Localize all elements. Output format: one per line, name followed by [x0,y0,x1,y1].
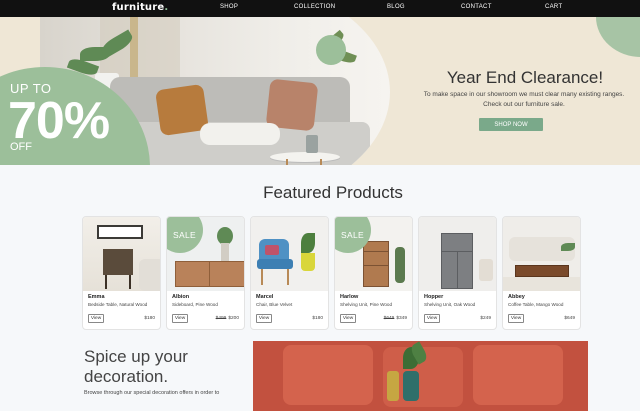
promo-off: OFF [10,141,32,153]
product-price: $249 [480,316,491,321]
product-image [419,217,496,291]
decoration-image [253,341,588,411]
nav-contact[interactable]: CONTACT [461,4,492,10]
product-card-marcel[interactable]: Marcel Chair, Blue Velvet View $180 [250,216,329,330]
product-card-hopper[interactable]: Hopper Shelving Unit, Oak Wood View $249 [418,216,497,330]
product-price: $180 [144,316,155,321]
product-name: Marcel [256,294,274,300]
nav-collection[interactable]: COLLECTION [294,4,335,10]
product-price: $649 [564,316,575,321]
product-price: $180 [312,316,323,321]
product-card-abbey[interactable]: Abbey Coffee Table, Mango Wood View $649 [502,216,581,330]
product-price: $499 $200 [215,316,239,321]
view-button[interactable]: View [172,314,188,323]
decor-circle [316,35,346,65]
hero-banner: UP TO 70% OFF Year End Clearance! To mak… [0,17,640,165]
featured-title: Featured Products [263,183,403,202]
product-image [83,217,160,291]
product-desc: Shelving Unit, Pine Wood [340,302,393,307]
product-image [251,217,328,291]
product-desc: Bedside Table, Natural Wood [88,302,148,307]
view-button[interactable]: View [340,314,356,323]
view-button[interactable]: View [256,314,272,323]
product-name: Emma [88,294,105,300]
top-nav: furniture. SHOP COLLECTION BLOG CONTACT … [0,0,640,17]
product-desc: Shelving Unit, Oak Wood [424,302,476,307]
nav-blog[interactable]: BLOG [387,4,405,10]
hero-description: To make space in our showroom we must cl… [423,91,625,108]
view-button[interactable]: View [88,314,104,323]
spice-title: Spice up your decoration. [84,347,188,386]
decor-circle-corner [596,17,640,57]
spice-text: Browse through our special decoration of… [84,390,220,396]
product-card-harlow[interactable]: SALE Harlow Shelving Unit, Pine Wood Vie… [334,216,413,330]
product-image [503,217,580,291]
product-name: Albion [172,294,190,300]
product-name: Hopper [424,294,444,300]
product-name: Abbey [508,294,525,300]
nav-shop[interactable]: SHOP [220,4,238,10]
shop-now-button[interactable]: SHOP NOW [479,118,543,131]
product-price: $649 $349 [383,316,407,321]
nav-cart[interactable]: CART [545,4,562,10]
product-desc: Coffee Table, Mango Wood [508,302,564,307]
view-button[interactable]: View [508,314,524,323]
view-button[interactable]: View [424,314,440,323]
product-desc: Sideboard, Pine Wood [172,302,218,307]
product-name: Harlow [340,294,359,300]
logo[interactable]: furniture. [112,2,168,13]
product-card-emma[interactable]: Emma Bedside Table, Natural Wood View $1… [82,216,161,330]
product-card-albion[interactable]: SALE Albion Sideboard, Pine Wood View $4… [166,216,245,330]
hero-title: Year End Clearance! [446,68,604,87]
product-desc: Chair, Blue Velvet [256,302,293,307]
promo-percent: 70% [8,92,110,150]
